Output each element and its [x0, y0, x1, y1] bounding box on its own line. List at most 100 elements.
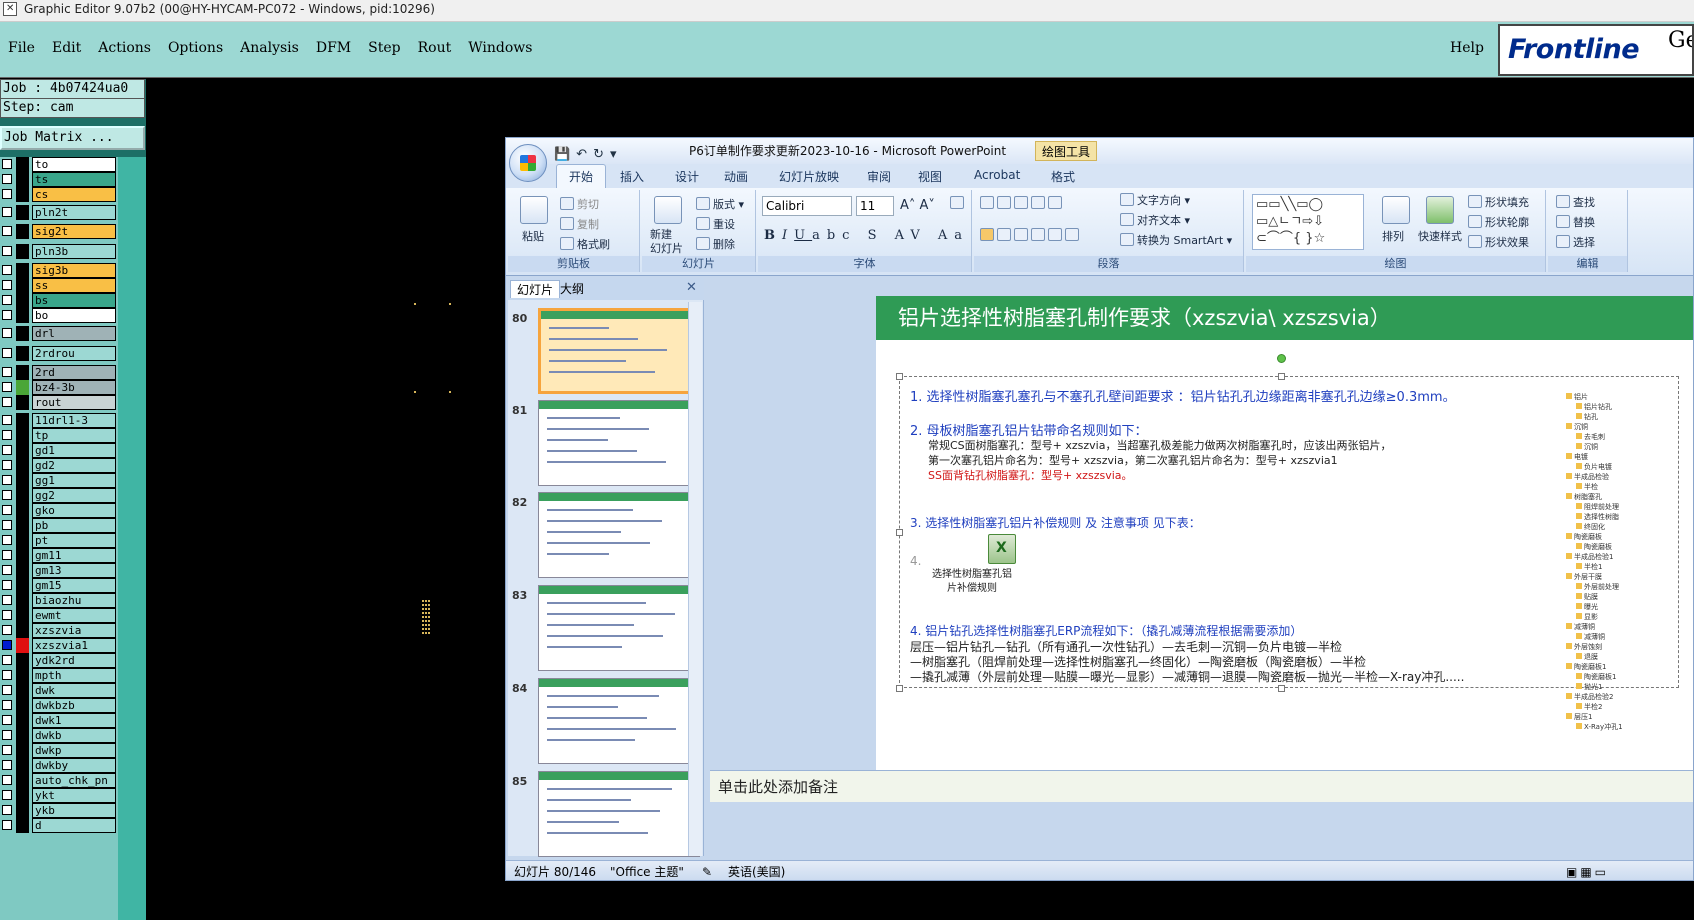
layer-row[interactable]: gm15 — [0, 578, 146, 593]
layer-row[interactable]: 2rd — [0, 365, 146, 380]
layer-row[interactable]: xzszvia1 — [0, 638, 146, 653]
font-name-box[interactable]: Calibri — [762, 196, 852, 216]
text-direction-button[interactable]: 文字方向 ▾ — [1120, 192, 1190, 208]
ribbon-tab[interactable]: 幻灯片放映 — [779, 168, 839, 185]
layer-checkbox[interactable] — [2, 475, 12, 485]
find-button[interactable]: 查找 — [1556, 194, 1595, 210]
layer-checkbox[interactable] — [2, 460, 12, 470]
layer-name[interactable]: pln3b — [32, 244, 116, 259]
layer-checkbox[interactable] — [2, 310, 12, 320]
menu-help[interactable]: Help — [1450, 40, 1484, 56]
layer-name[interactable]: gm11 — [32, 548, 116, 563]
menu-file[interactable]: File — [8, 40, 35, 56]
align-text-button[interactable]: 对齐文本 ▾ — [1120, 212, 1190, 228]
font-size-box[interactable]: 11 — [856, 196, 894, 216]
layer-checkbox[interactable] — [2, 655, 12, 665]
layer-checkbox[interactable] — [2, 550, 12, 560]
new-slide-icon[interactable] — [654, 196, 682, 224]
layer-row[interactable]: biaozhu — [0, 593, 146, 608]
layer-checkbox[interactable] — [2, 805, 12, 815]
ribbon-tab[interactable]: 设计 — [675, 168, 699, 185]
layer-row[interactable]: ewmt — [0, 608, 146, 623]
slide-thumbnail[interactable] — [538, 771, 700, 857]
font-style-buttons[interactable]: BIUabc S AV Aa A — [764, 228, 997, 243]
quick-styles-icon[interactable] — [1426, 196, 1454, 224]
layer-name[interactable]: ydk2rd — [32, 653, 116, 668]
arrange-button[interactable]: 排列 — [1382, 228, 1404, 244]
layer-name[interactable]: pb — [32, 518, 116, 533]
layer-row[interactable]: xzszvia — [0, 623, 146, 638]
layer-row[interactable]: mpth — [0, 668, 146, 683]
select-button[interactable]: 选择 — [1556, 234, 1595, 250]
layer-name[interactable]: pt — [32, 533, 116, 548]
layer-row[interactable]: drl — [0, 326, 146, 341]
layer-row[interactable]: sig2t — [0, 224, 146, 239]
replace-button[interactable]: 替换 — [1556, 214, 1595, 230]
spellcheck-icon[interactable]: ✎ — [702, 862, 712, 880]
shape-effects-button[interactable]: 形状效果 — [1468, 234, 1529, 250]
layer-row[interactable]: tp — [0, 428, 146, 443]
rotate-handle-icon[interactable] — [1277, 354, 1286, 363]
notes-pane[interactable]: 单击此处添加备注 — [710, 770, 1693, 802]
layer-checkbox[interactable] — [2, 328, 12, 338]
layer-checkbox[interactable] — [2, 580, 12, 590]
resize-handle[interactable] — [896, 685, 903, 692]
view-buttons[interactable]: ▣▦▭ — [1566, 862, 1609, 880]
layer-checkbox[interactable] — [2, 265, 12, 275]
layer-name[interactable]: cs — [32, 187, 116, 202]
layer-checkbox[interactable] — [2, 670, 12, 680]
delete-slide-button[interactable]: 删除 — [696, 236, 735, 252]
layer-row[interactable]: gd2 — [0, 458, 146, 473]
menu-actions[interactable]: Actions — [98, 40, 151, 56]
layer-row[interactable]: gm13 — [0, 563, 146, 578]
font-grow-shrink-buttons[interactable]: A˄ A˅ — [900, 198, 935, 213]
layer-row[interactable]: gg1 — [0, 473, 146, 488]
layer-name[interactable]: ewmt — [32, 608, 116, 623]
layer-row[interactable]: gko — [0, 503, 146, 518]
layer-name[interactable]: dwkb — [32, 728, 116, 743]
layer-checkbox[interactable] — [2, 730, 12, 740]
layer-name[interactable]: auto_chk_pn — [32, 773, 116, 788]
layer-checkbox[interactable] — [2, 535, 12, 545]
layer-checkbox[interactable] — [2, 700, 12, 710]
layer-name[interactable]: dwkby — [32, 758, 116, 773]
ribbon-tab[interactable]: 视图 — [918, 168, 942, 185]
layer-checkbox[interactable] — [2, 246, 12, 256]
layer-name[interactable]: mpth — [32, 668, 116, 683]
layer-name[interactable]: ts — [32, 172, 116, 187]
close-pane-icon[interactable]: ✕ — [686, 280, 697, 295]
office-button-icon[interactable] — [509, 144, 547, 182]
layer-name[interactable]: 11drl1-3 — [32, 413, 116, 428]
ribbon-tab[interactable]: 开始 — [556, 164, 607, 188]
layer-name[interactable]: bs — [32, 293, 116, 308]
job-matrix-button[interactable]: Job Matrix ... — [0, 126, 145, 150]
resize-handle[interactable] — [1278, 373, 1285, 380]
cut-button[interactable]: 剪切 — [560, 196, 599, 212]
layer-row[interactable]: dwkp — [0, 743, 146, 758]
layer-name[interactable]: gg1 — [32, 473, 116, 488]
layer-name[interactable]: gg2 — [32, 488, 116, 503]
layer-name[interactable]: gm15 — [32, 578, 116, 593]
layout-button[interactable]: 版式 ▾ — [696, 196, 744, 212]
reset-button[interactable]: 重设 — [696, 216, 735, 232]
layer-row[interactable]: dwkby — [0, 758, 146, 773]
ribbon-tab[interactable]: 动画 — [724, 168, 748, 185]
layer-row[interactable]: ydk2rd — [0, 653, 146, 668]
layer-row[interactable]: pln3b — [0, 244, 146, 259]
layer-row[interactable]: dwkbzb — [0, 698, 146, 713]
layer-name[interactable]: ss — [32, 278, 116, 293]
drawing-tools-tab[interactable]: 绘图工具 — [1035, 141, 1098, 161]
menu-edit[interactable]: Edit — [52, 40, 81, 56]
resize-handle[interactable] — [896, 373, 903, 380]
layer-row[interactable]: pt — [0, 533, 146, 548]
resize-handle[interactable] — [896, 529, 903, 536]
layer-checkbox[interactable] — [2, 189, 12, 199]
layer-checkbox[interactable] — [2, 382, 12, 392]
layer-checkbox[interactable] — [2, 595, 12, 605]
clear-format-icon[interactable] — [950, 196, 967, 210]
layer-row[interactable]: gg2 — [0, 488, 146, 503]
layer-checkbox[interactable] — [2, 367, 12, 377]
layer-checkbox[interactable] — [2, 415, 12, 425]
layer-checkbox[interactable] — [2, 226, 12, 236]
layer-name[interactable]: biaozhu — [32, 593, 116, 608]
